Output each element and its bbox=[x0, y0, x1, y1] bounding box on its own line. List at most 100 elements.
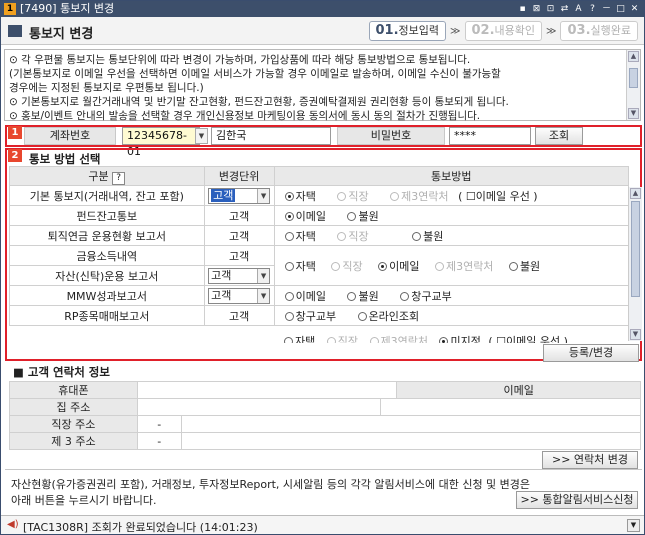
notice-scrollbar[interactable]: ▲ ▼ bbox=[626, 50, 640, 120]
status-text: [TAC1308R] 조회가 완료되었습니다 (14:01:23) bbox=[23, 521, 258, 534]
service-notice-line: 아래 버튼을 누르시기 바랍니다. bbox=[11, 494, 157, 507]
radio-option: 직장 bbox=[331, 258, 363, 274]
change-contact-button[interactable]: >> 연락처 변경 bbox=[542, 451, 638, 469]
radio-option[interactable]: 자택 bbox=[284, 228, 316, 244]
radio-icon[interactable] bbox=[284, 261, 294, 271]
scroll-down-icon[interactable]: ▼ bbox=[630, 329, 641, 340]
cell-label: 제 3 주소 bbox=[9, 432, 138, 450]
notice-line: (기본통보지로 이메일 우선을 선택하면 이메일 서비스가 가능할 경우 이메일… bbox=[9, 68, 501, 80]
col-header-unit: 변경단위 bbox=[203, 166, 275, 186]
app-icon: 1 bbox=[4, 3, 16, 15]
scroll-down-icon[interactable]: ▼ bbox=[628, 108, 639, 119]
scroll-thumb[interactable] bbox=[631, 201, 640, 297]
col-header-method: 통보방법 bbox=[273, 166, 630, 186]
radio-option[interactable]: 자택 bbox=[284, 188, 316, 204]
cell-value: - bbox=[136, 415, 182, 433]
register-button[interactable]: 등록/변경 bbox=[543, 344, 639, 362]
radio-icon[interactable] bbox=[284, 311, 294, 321]
window-controls: ▪ ⊠ ⊡ ⇄ A ? － □ ✕ bbox=[517, 1, 640, 17]
cell-value: - bbox=[136, 432, 182, 450]
radio-icon[interactable] bbox=[284, 211, 294, 221]
table-row: RP종목매매보고서 고객 창구교부 온라인조회 bbox=[9, 305, 630, 326]
radio-option[interactable]: 자택 bbox=[284, 258, 316, 274]
radio-option[interactable]: 불원 bbox=[347, 208, 379, 224]
maximize-icon[interactable]: □ bbox=[615, 4, 626, 15]
notify-section-title: 통보 방법 선택 bbox=[29, 152, 101, 166]
notice-line: ⊙ 홍보/이벤트 안내의 발송을 선택할 경우 개인신용정보 마케팅이용 동의서… bbox=[9, 110, 481, 122]
unit-value: 고객 bbox=[203, 205, 275, 226]
layout-icon[interactable]: ⊡ bbox=[545, 4, 556, 15]
email-priority-checkbox[interactable]: ( ☐이메일 우선 ) bbox=[458, 190, 538, 203]
radio-icon[interactable] bbox=[400, 291, 410, 301]
integrated-alert-button[interactable]: >> 통합알림서비스신청 bbox=[516, 491, 638, 509]
radio-option[interactable]: 이메일 bbox=[284, 208, 326, 224]
radio-option[interactable]: 불원 bbox=[412, 228, 443, 244]
password-field[interactable]: **** bbox=[449, 127, 531, 145]
step-3: 03.실행완료 bbox=[560, 21, 638, 41]
notice-line: 경우에는 지정된 통보지로 우편통보 됩니다.) bbox=[9, 82, 204, 94]
unit-select[interactable]: 고객 ▼ bbox=[208, 287, 271, 304]
grid-icon[interactable]: ⊠ bbox=[531, 4, 542, 15]
query-button[interactable]: 조회 bbox=[535, 127, 583, 145]
radio-option: 직장 bbox=[337, 228, 369, 244]
font-size-icon[interactable]: A bbox=[573, 4, 584, 15]
radio-option[interactable]: 불원 bbox=[508, 258, 540, 274]
radio-icon[interactable] bbox=[347, 211, 357, 221]
radio-icon[interactable] bbox=[284, 191, 294, 201]
swap-icon[interactable]: ⇄ bbox=[559, 4, 570, 15]
scroll-up-icon[interactable]: ▲ bbox=[630, 188, 641, 199]
page-icon bbox=[8, 25, 22, 37]
radio-icon[interactable] bbox=[284, 231, 294, 241]
step-2: 02.내용확인 bbox=[464, 21, 543, 41]
chevron-down-icon[interactable]: ▼ bbox=[257, 288, 270, 303]
radio-icon bbox=[337, 231, 347, 241]
row-name: 퇴직연금 운용현황 보고서 bbox=[9, 225, 205, 246]
section-badge-2: 2 bbox=[8, 149, 22, 162]
row-name: RP종목매매보고서 bbox=[9, 305, 205, 326]
account-dropdown-icon[interactable]: ▼ bbox=[195, 128, 208, 144]
radio-option: 제3연락처 bbox=[434, 258, 493, 274]
radio-icon[interactable] bbox=[508, 261, 518, 271]
password-label: 비밀번호 bbox=[337, 127, 445, 145]
radio-option[interactable]: 이메일 bbox=[378, 258, 419, 274]
status-bar: ◀) [TAC1308R] 조회가 완료되었습니다 (14:01:23) ▼ bbox=[1, 515, 644, 534]
radio-icon bbox=[331, 261, 341, 271]
radio-icon[interactable] bbox=[347, 291, 357, 301]
status-dropdown-icon[interactable]: ▼ bbox=[627, 519, 640, 532]
table-row: 직장 주소 - bbox=[9, 415, 642, 433]
radio-option[interactable]: 이메일 bbox=[284, 288, 326, 304]
scroll-thumb[interactable] bbox=[629, 68, 638, 88]
radio-option[interactable]: 불원 bbox=[347, 288, 379, 304]
radio-icon[interactable] bbox=[412, 231, 422, 241]
cell-label: 휴대폰 bbox=[9, 381, 138, 399]
row-name: 펀드잔고통보 bbox=[9, 205, 205, 226]
radio-option[interactable]: 창구교부 bbox=[400, 288, 452, 304]
account-number-field[interactable]: 12345678-01 bbox=[122, 127, 200, 158]
close-icon[interactable]: ✕ bbox=[629, 4, 640, 15]
radio-icon[interactable] bbox=[378, 261, 388, 271]
account-label: 계좌번호 bbox=[24, 127, 116, 145]
radio-option[interactable]: 온라인조회 bbox=[357, 308, 419, 324]
radio-icon[interactable] bbox=[284, 291, 294, 301]
minimize-icon[interactable]: － bbox=[601, 4, 612, 15]
step-arrow-icon: ≫ bbox=[450, 25, 461, 37]
table-row: 제 3 주소 - bbox=[9, 432, 642, 450]
row-name: 금융소득내역 bbox=[9, 245, 205, 266]
notice-line: ⊙ 각 우편물 통보지는 통보단위에 따라 변경이 가능하며, 가입상품에 따라… bbox=[9, 54, 471, 66]
radio-option[interactable]: 창구교부 bbox=[284, 308, 336, 324]
main-window: 1 [7490] 통보지 변경 ▪ ⊠ ⊡ ⇄ A ? － □ ✕ 통보지 변경… bbox=[0, 0, 645, 535]
chevron-down-icon[interactable]: ▼ bbox=[257, 268, 270, 283]
table-scrollbar[interactable]: ▲ ▼ bbox=[628, 187, 642, 341]
notify-table: 구분 ? 변경단위 통보방법 기본 통보지(거래내역, 잔고 포함) 고객 ▼ 자… bbox=[9, 166, 630, 326]
chevron-down-icon[interactable]: ▼ bbox=[257, 188, 270, 203]
unit-value: 고객 bbox=[203, 305, 275, 326]
help-icon[interactable]: ? bbox=[587, 4, 598, 15]
radio-icon[interactable] bbox=[357, 311, 367, 321]
question-icon[interactable]: ? bbox=[112, 171, 126, 185]
unit-select[interactable]: 고객 ▼ bbox=[208, 187, 271, 204]
table-row: 펀드잔고통보 고객 이메일 불원 bbox=[9, 205, 630, 226]
scroll-up-icon[interactable]: ▲ bbox=[628, 51, 639, 62]
unit-select[interactable]: 고객 ▼ bbox=[208, 267, 271, 284]
table-row: MMW성과보고서 고객 ▼ 이메일 불원 창구교부 bbox=[9, 285, 630, 306]
link-icon[interactable]: ▪ bbox=[517, 4, 528, 15]
